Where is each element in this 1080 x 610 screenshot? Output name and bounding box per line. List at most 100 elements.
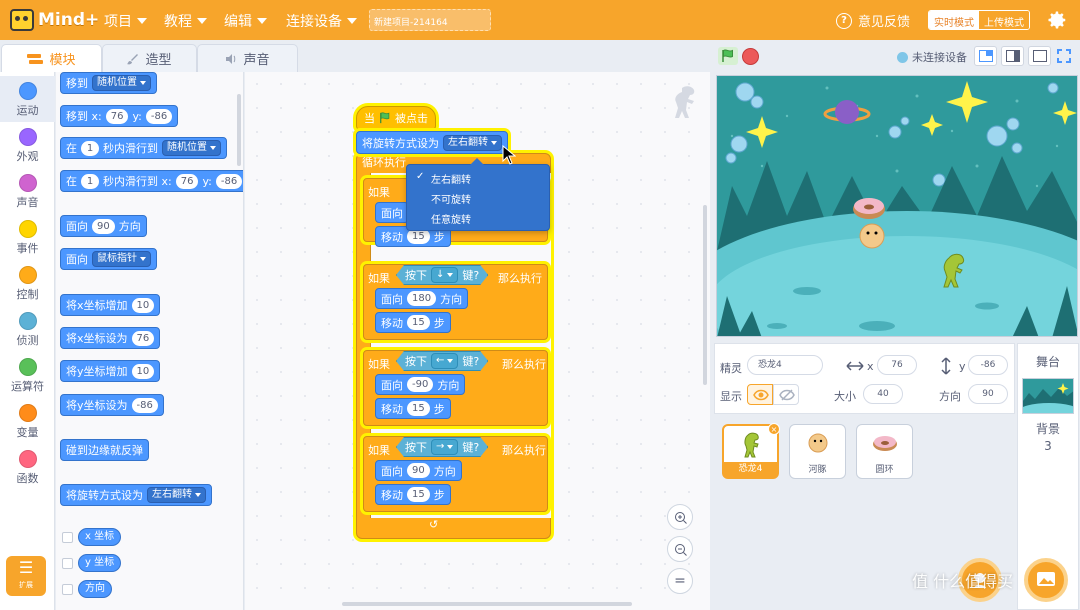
secs-input[interactable]: 1 <box>81 173 99 189</box>
value-input[interactable]: -86 <box>131 397 158 413</box>
key-dropdown[interactable]: ← <box>431 353 458 369</box>
workspace-horizontal-scrollbar[interactable] <box>342 602 632 606</box>
reporter-x-position[interactable]: x 坐标 <box>78 528 122 546</box>
extension-button[interactable]: ☰ 扩展 <box>6 556 46 596</box>
key-pressed-left-block[interactable]: 按下 ← 键? <box>396 351 488 371</box>
y-position-checkbox[interactable] <box>62 558 73 569</box>
point-in-direction-block[interactable]: 面向 180 方向 <box>375 288 469 309</box>
key-pressed-down-block[interactable]: 按下 ↓ 键? <box>396 265 488 285</box>
block-glide-xy[interactable]: 在 1 秒内滑行到 x: 76 y: -86 <box>60 170 243 192</box>
block-point-towards[interactable]: 面向 鼠标指针 <box>60 248 157 270</box>
point-towards-dropdown[interactable]: 鼠标指针 <box>92 251 151 267</box>
workspace-vertical-scrollbar[interactable] <box>703 205 707 385</box>
when-flag-clicked-block[interactable]: 当 被点击 <box>356 106 436 130</box>
steps-input[interactable]: 15 <box>407 229 430 244</box>
script-workspace[interactable]: 循环执行 如果 如果 按下 ↓ 键? 那么执行 面向 180 方向 移动 15 步 如果 按… <box>245 72 710 610</box>
key-pressed-right-block[interactable]: 按下 → 键? <box>396 437 488 457</box>
key-dropdown[interactable]: ↓ <box>431 267 458 283</box>
category-events[interactable]: 事件 <box>0 214 55 260</box>
key-dropdown[interactable]: → <box>431 439 458 455</box>
x-position-checkbox[interactable] <box>62 532 73 543</box>
steps-input[interactable]: 15 <box>407 487 430 502</box>
category-variables[interactable]: 变量 <box>0 398 55 444</box>
menu-connect-device[interactable]: 连接设备 <box>286 11 357 31</box>
sprite-tile-pufferfish[interactable]: 河豚 <box>789 424 846 479</box>
block-goto[interactable]: 移到 随机位置 <box>60 72 157 94</box>
category-motion[interactable]: 运动 <box>0 76 55 122</box>
fullscreen-button[interactable] <box>1056 48 1072 64</box>
dropdown-option-left-right[interactable]: 左右翻转 <box>431 171 471 186</box>
show-sprite-button[interactable] <box>747 384 773 405</box>
block-change-y[interactable]: 将y坐标增加 10 <box>60 360 161 382</box>
palette-scrollbar[interactable] <box>237 94 241 166</box>
move-steps-block[interactable]: 移动 15 步 <box>375 484 451 505</box>
secs-input[interactable]: 1 <box>81 140 99 156</box>
steps-input[interactable]: 15 <box>407 315 430 330</box>
tab-costumes[interactable]: 造型 <box>102 44 197 72</box>
block-goto-xy[interactable]: 移到 x: 76 y: -86 <box>60 105 179 127</box>
reporter-direction[interactable]: 方向 <box>78 580 112 598</box>
gear-icon[interactable] <box>1046 9 1068 31</box>
sprite-tile-donut[interactable]: 圆环 <box>856 424 913 479</box>
direction-input[interactable]: 90 <box>407 463 430 478</box>
block-rotation-style[interactable]: 将旋转方式设为 左右翻转 <box>60 484 212 506</box>
stage-canvas[interactable] <box>716 75 1078 337</box>
point-in-direction-block[interactable]: 面向 <box>375 202 409 223</box>
value-input[interactable]: 10 <box>131 297 155 313</box>
block-change-x[interactable]: 将x坐标增加 10 <box>60 294 161 316</box>
sprite-tile-dinosaur[interactable]: × 恐龙4 <box>722 423 780 479</box>
x-input[interactable]: 76 <box>175 173 199 189</box>
app-logo[interactable]: Mind+ <box>10 7 99 33</box>
steps-input[interactable]: 15 <box>407 401 430 416</box>
small-stage-layout-button[interactable] <box>974 46 997 66</box>
direction-checkbox[interactable] <box>62 584 73 595</box>
size-input[interactable]: 40 <box>863 384 903 404</box>
direction-input[interactable]: 180 <box>407 291 437 306</box>
point-in-direction-block[interactable]: 面向 -90 方向 <box>375 374 466 395</box>
block-set-x[interactable]: 将x坐标设为 76 <box>60 327 161 349</box>
zoom-out-button[interactable] <box>667 536 693 562</box>
mode-realtime-button[interactable]: 实时模式 <box>929 11 979 29</box>
move-steps-block[interactable]: 移动 15 步 <box>375 398 451 419</box>
point-in-direction-block[interactable]: 面向 90 方向 <box>375 460 462 481</box>
x-position-input[interactable]: 76 <box>877 355 917 375</box>
category-looks[interactable]: 外观 <box>0 122 55 168</box>
category-sound[interactable]: 声音 <box>0 168 55 214</box>
direction-input[interactable]: -90 <box>407 377 434 392</box>
glide-target-dropdown[interactable]: 随机位置 <box>162 140 221 156</box>
x-input[interactable]: 76 <box>105 108 129 124</box>
category-functions[interactable]: 函数 <box>0 444 55 490</box>
category-sensing[interactable]: 侦测 <box>0 306 55 352</box>
rotation-style-dropdown[interactable]: 左右翻转 <box>147 487 206 503</box>
project-name-input[interactable]: 新建项目-214164 <box>369 9 491 31</box>
menu-tutorial[interactable]: 教程 <box>164 11 207 31</box>
set-rotation-style-block[interactable]: 将旋转方式设为 左右翻转 <box>356 131 508 154</box>
direction-input[interactable]: 90 <box>92 218 115 234</box>
value-input[interactable]: 10 <box>131 363 155 379</box>
feedback-button[interactable]: ? 意见反馈 <box>836 11 910 30</box>
large-stage-layout-button[interactable] <box>1028 46 1051 66</box>
direction-input[interactable]: 90 <box>968 384 1008 404</box>
zoom-in-button[interactable] <box>667 504 693 530</box>
dropdown-option-all-around[interactable]: 任意旋转 <box>431 211 471 226</box>
green-flag-button[interactable] <box>718 47 738 65</box>
dropdown-option-dont-rotate[interactable]: 不可旋转 <box>431 191 471 206</box>
category-control[interactable]: 控制 <box>0 260 55 306</box>
value-input[interactable]: 76 <box>131 330 155 346</box>
reporter-y-position[interactable]: y 坐标 <box>78 554 122 572</box>
normal-stage-layout-button[interactable] <box>1001 46 1024 66</box>
move-steps-block[interactable]: 移动 15 步 <box>375 312 451 333</box>
add-backdrop-button[interactable] <box>1024 558 1068 602</box>
menu-project[interactable]: 项目 <box>104 11 147 31</box>
menu-edit[interactable]: 编辑 <box>224 11 267 31</box>
mode-upload-button[interactable]: 上传模式 <box>979 11 1029 29</box>
block-set-y[interactable]: 将y坐标设为 -86 <box>60 394 164 416</box>
y-input[interactable]: -86 <box>215 173 243 189</box>
block-glide-to[interactable]: 在 1 秒内滑行到 随机位置 <box>60 137 227 159</box>
sprite-name-input[interactable]: 恐龙4 <box>747 355 823 375</box>
tab-blocks[interactable]: 模块 <box>1 44 102 72</box>
y-position-input[interactable]: -86 <box>968 355 1008 375</box>
hide-sprite-button[interactable] <box>773 384 799 405</box>
y-input[interactable]: -86 <box>145 108 173 124</box>
zoom-reset-button[interactable]: = <box>667 568 693 594</box>
